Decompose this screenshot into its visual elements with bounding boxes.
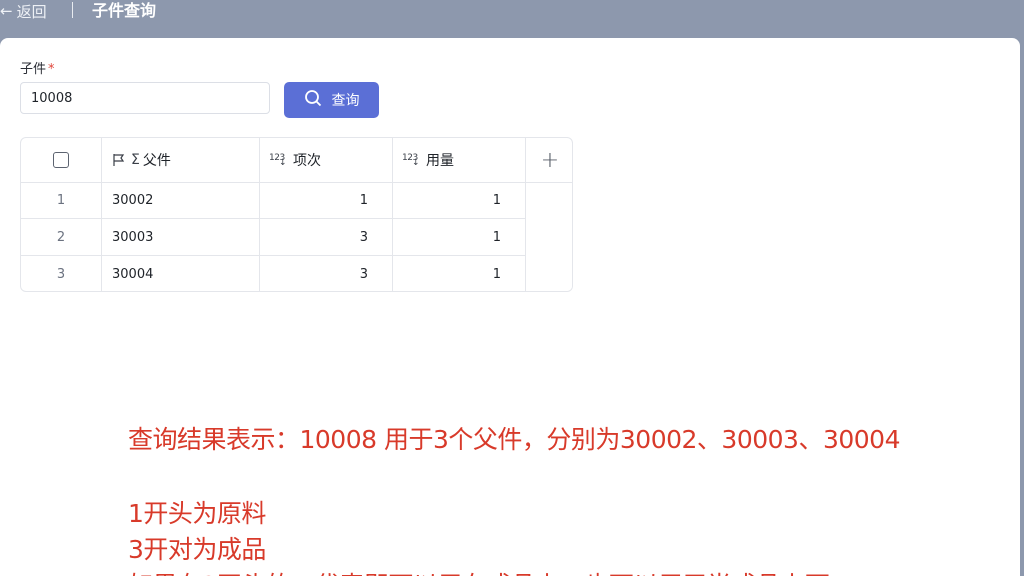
row-index: 3 xyxy=(56,267,66,282)
main-panel: 子件* 查询 xyxy=(0,38,1020,576)
add-column-filler xyxy=(526,183,572,291)
header-parent-label: 父件 xyxy=(142,153,171,169)
back-button[interactable]: ← 返回 xyxy=(0,0,47,22)
table-cell-parent[interactable]: 30002 xyxy=(102,183,260,219)
header-parent[interactable]: Σ 父件 xyxy=(102,138,260,183)
table-cell-sequence[interactable]: 3 xyxy=(260,256,393,291)
search-icon xyxy=(304,89,322,111)
parent-value: 30002 xyxy=(112,193,154,208)
back-label: 返回 xyxy=(16,2,47,21)
plus-icon[interactable]: + xyxy=(541,148,559,173)
child-field-label-text: 子件 xyxy=(20,62,47,77)
result-table: Σ 父件 123 ↓ 项次 123 ↓ 用量 + 1 30002 1 1 2 3… xyxy=(20,137,573,292)
app-window: ← 返回 子件查询 子件* 查询 xyxy=(0,0,1024,576)
child-input[interactable] xyxy=(20,82,270,114)
add-column-cell: + xyxy=(526,138,572,183)
table-cell-parent[interactable]: 30003 xyxy=(102,219,260,256)
quantity-value: 1 xyxy=(492,229,501,245)
page-title: 子件查询 xyxy=(92,1,157,20)
sequence-value: 3 xyxy=(359,229,368,245)
sequence-value: 1 xyxy=(359,193,368,208)
row-index-cell: 2 xyxy=(21,219,102,256)
annotation-line: 1开头为原料 xyxy=(128,499,266,528)
table-cell-parent[interactable]: 30004 xyxy=(102,256,260,291)
header-quantity[interactable]: 123 ↓ 用量 xyxy=(393,138,526,183)
select-all-checkbox[interactable] xyxy=(53,152,69,168)
quantity-value: 1 xyxy=(492,193,501,208)
header-divider xyxy=(72,2,73,18)
table-cell-sequence[interactable]: 1 xyxy=(260,183,393,219)
flag-icon xyxy=(112,153,126,167)
table-cell-quantity[interactable]: 1 xyxy=(393,183,526,219)
quantity-value: 1 xyxy=(492,267,501,282)
row-index-cell: 3 xyxy=(21,256,102,291)
header-select-all-cell xyxy=(21,138,102,183)
number-type-icon: 123 ↓ xyxy=(402,153,420,168)
annotation-line: 3开对为成品 xyxy=(128,535,266,564)
number-type-icon: 123 ↓ xyxy=(269,153,287,168)
table-cell-quantity[interactable]: 1 xyxy=(393,256,526,291)
query-button[interactable]: 查询 xyxy=(284,82,379,118)
required-mark: * xyxy=(48,62,55,77)
annotation-line: 查询结果表示：10008 用于3个父件，分别为30002、30003、30004 xyxy=(128,425,900,454)
parent-value: 30003 xyxy=(112,229,154,245)
row-index: 1 xyxy=(56,193,66,208)
sigma-icon: Σ xyxy=(131,152,140,168)
row-index-cell: 1 xyxy=(21,183,102,219)
top-header: ← 返回 子件查询 xyxy=(0,0,1024,38)
table-cell-sequence[interactable]: 3 xyxy=(260,219,393,256)
parent-value: 30004 xyxy=(112,267,154,282)
arrow-left-icon: ← xyxy=(0,2,13,20)
sequence-value: 3 xyxy=(359,267,368,282)
child-field-label: 子件 * xyxy=(20,58,55,77)
header-sequence[interactable]: 123 ↓ 项次 xyxy=(260,138,393,183)
header-sequence-label: 项次 xyxy=(293,153,321,169)
row-index: 2 xyxy=(56,229,66,245)
query-button-label: 查询 xyxy=(331,93,360,109)
header-quantity-label: 用量 xyxy=(426,153,454,169)
annotation-line: 如果有2开头的，代表即可以用在成品上，也可以用于半成品上面。 xyxy=(128,566,854,576)
table-cell-quantity[interactable]: 1 xyxy=(393,219,526,256)
